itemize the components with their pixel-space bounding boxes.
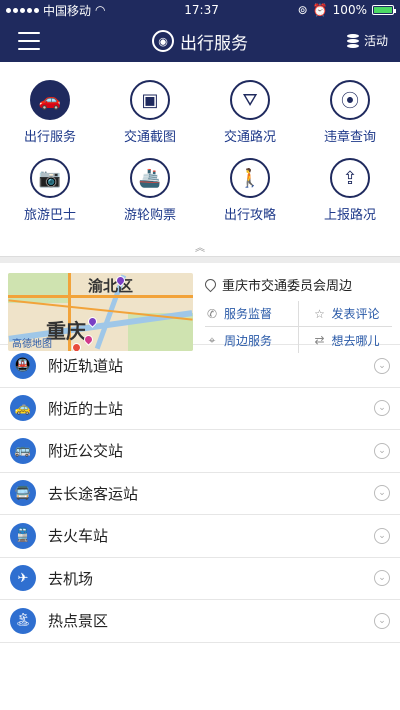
battery-icon: [371, 5, 396, 15]
service-item[interactable]: ▣ 交通截图: [100, 80, 200, 158]
service-item-label: 出行攻略: [223, 208, 276, 223]
menu-icon[interactable]: [18, 32, 40, 50]
quick-link-label: 发表评论: [331, 307, 380, 321]
status-bar: 中国移动 ◠ 17:37 ⊚ ⏰ 100%: [0, 0, 400, 20]
location-row: 重庆市交通委员会周边: [202, 273, 392, 295]
app-logo-icon: ◉: [152, 30, 174, 52]
service-item[interactable]: 🚗 出行服务: [0, 80, 100, 158]
chevron-down-icon: ⌄: [374, 442, 390, 459]
chevron-down-icon: ⌄: [374, 570, 390, 587]
hiker-icon: 🚶: [230, 158, 270, 198]
map-city-label: 重庆: [46, 319, 86, 343]
service-item[interactable]: ⇪ 上报路况: [300, 158, 400, 236]
page-title-wrap: ◉ 出行服务: [152, 29, 248, 54]
activity-label: 活动: [363, 34, 388, 48]
star-icon: ☆: [314, 306, 325, 321]
road-icon: ⛛: [230, 80, 270, 120]
phone-icon: ✆: [206, 306, 218, 321]
carrier-label: 中国移动: [43, 3, 92, 18]
coach-icon: 🚍: [10, 480, 36, 507]
car-icon: 🚗: [30, 80, 70, 120]
taxi-icon: 🚕: [10, 395, 36, 422]
list-item[interactable]: 🚌 附近公交站 ⌄: [0, 430, 400, 473]
list-item-label: 附近的士站: [48, 399, 124, 418]
image-icon: ▣: [130, 80, 170, 120]
service-grid: 🚗 出行服务 ▣ 交通截图 ⛛ 交通路况 ⦿ 违章查询 📷 旅游巴士 🚢 游轮购票 🚶 出行攻略 ⇪ 上报路况: [0, 62, 400, 236]
list-item-label: 附近公交站: [48, 442, 124, 461]
list-item[interactable]: 🚕 附近的士站 ⌄: [0, 388, 400, 430]
chevron-down-icon: ⌄: [374, 612, 390, 629]
alarm-icon: ⏰: [312, 3, 328, 17]
clock: 17:37: [184, 3, 219, 17]
traffic-light-icon: ⦿: [330, 80, 370, 120]
quick-link-label: 服务监督: [224, 307, 273, 321]
nav-bar: ◉ 出行服务 活动: [0, 20, 400, 62]
service-item-label: 违章查询: [323, 130, 376, 145]
bus-stop-icon: 🚌: [10, 437, 36, 464]
service-item-label: 交通截图: [123, 130, 176, 145]
quick-link[interactable]: ✆ 服务监督: [205, 301, 299, 327]
metro-icon: 🚇: [10, 352, 36, 379]
service-item-label: 交通路况: [223, 130, 276, 145]
location-icon: ⌖: [208, 332, 216, 347]
service-item-label: 出行服务: [23, 130, 76, 145]
quick-link[interactable]: ☆ 发表评论: [298, 301, 392, 327]
activity-button[interactable]: 活动: [346, 32, 388, 49]
camera-icon: 📷: [30, 158, 70, 198]
quick-links: ✆ 服务监督 ☆ 发表评论 ⌖ 周边服务 ⇄ 想去哪儿: [205, 301, 392, 353]
location-pin-icon: [202, 276, 219, 292]
quick-link-label: 周边服务: [224, 333, 273, 348]
service-item[interactable]: 🚢 游轮购票: [100, 158, 200, 236]
train-icon: 🚆: [10, 522, 36, 549]
location-text: 重庆市交通委员会周边: [222, 278, 353, 294]
service-item-label: 上报路况: [323, 208, 376, 223]
upload-icon: ⇪: [330, 158, 370, 198]
lock-rotation-icon: ⊚: [297, 3, 308, 17]
app-header: 中国移动 ◠ 17:37 ⊚ ⏰ 100% ◉ 出行服务 活动: [0, 0, 400, 62]
service-item[interactable]: 🚶 出行攻略: [200, 158, 300, 236]
map-watermark: 高德地图: [12, 339, 52, 350]
section-divider: [0, 256, 400, 263]
list-item-label: 附近轨道站: [48, 357, 124, 376]
list-item-label: 去机场: [48, 569, 94, 588]
list-item[interactable]: 🚆 去火车站 ⌄: [0, 515, 400, 558]
ship-icon: 🚢: [130, 158, 170, 198]
list-item[interactable]: ✈ 去机场 ⌄: [0, 558, 400, 600]
chevron-down-icon: ⌄: [374, 400, 390, 417]
service-item[interactable]: ⛛ 交通路况: [200, 80, 300, 158]
airplane-icon: ✈: [10, 565, 36, 592]
quick-link[interactable]: ⇄ 想去哪儿: [299, 327, 393, 353]
wifi-icon: ◠: [95, 3, 106, 17]
coins-icon: [346, 33, 359, 48]
destination-list: 🚇 附近轨道站 ⌄ 🚕 附近的士站 ⌄ 🚌 附近公交站 ⌄ 🚍 去长途客运站 ⌄ 🚆 去火车站 ⌄ ✈ 去机场 ⌄…: [0, 345, 400, 643]
quick-link-label: 想去哪儿: [331, 333, 380, 348]
service-item-label: 游轮购票: [123, 208, 176, 223]
battery-percent: 100%: [332, 3, 367, 17]
chevron-down-icon: ⌄: [374, 357, 390, 374]
service-item[interactable]: 📷 旅游巴士: [0, 158, 100, 236]
list-item-label: 去长途客运站: [48, 484, 139, 503]
location-panel: 渝北区 重庆 高德地图 重庆市交通委员会周边 ✆ 服务监督 ☆ 发表评论 ⌖ 周边服务 ⇄ 想…: [0, 263, 400, 353]
swap-icon: ⇄: [314, 333, 325, 347]
map-thumbnail[interactable]: 渝北区 重庆 高德地图: [8, 273, 193, 351]
list-item-label: 去火车站: [48, 527, 109, 546]
list-item[interactable]: 🚍 去长途客运站 ⌄: [0, 473, 400, 515]
page-title: 出行服务: [180, 33, 248, 54]
location-info: 重庆市交通委员会周边 ✆ 服务监督 ☆ 发表评论 ⌖ 周边服务 ⇄ 想去哪儿: [193, 273, 392, 353]
scenic-icon: 🏝: [10, 607, 36, 634]
chevron-down-icon: ⌄: [374, 527, 390, 544]
list-item-label: 热点景区: [48, 612, 109, 631]
chevron-down-icon: ⌄: [374, 485, 390, 502]
chevron-up-icon[interactable]: ︽: [187, 238, 213, 254]
signal-icon: [6, 7, 39, 13]
quick-link[interactable]: ⌖ 周边服务: [205, 327, 299, 353]
service-item-label: 旅游巴士: [23, 208, 76, 223]
service-item[interactable]: ⦿ 违章查询: [300, 80, 400, 158]
collapse-toggle[interactable]: ︽: [0, 236, 400, 256]
list-item[interactable]: 🏝 热点景区 ⌄: [0, 600, 400, 643]
map-district-label: 渝北区: [88, 277, 134, 295]
